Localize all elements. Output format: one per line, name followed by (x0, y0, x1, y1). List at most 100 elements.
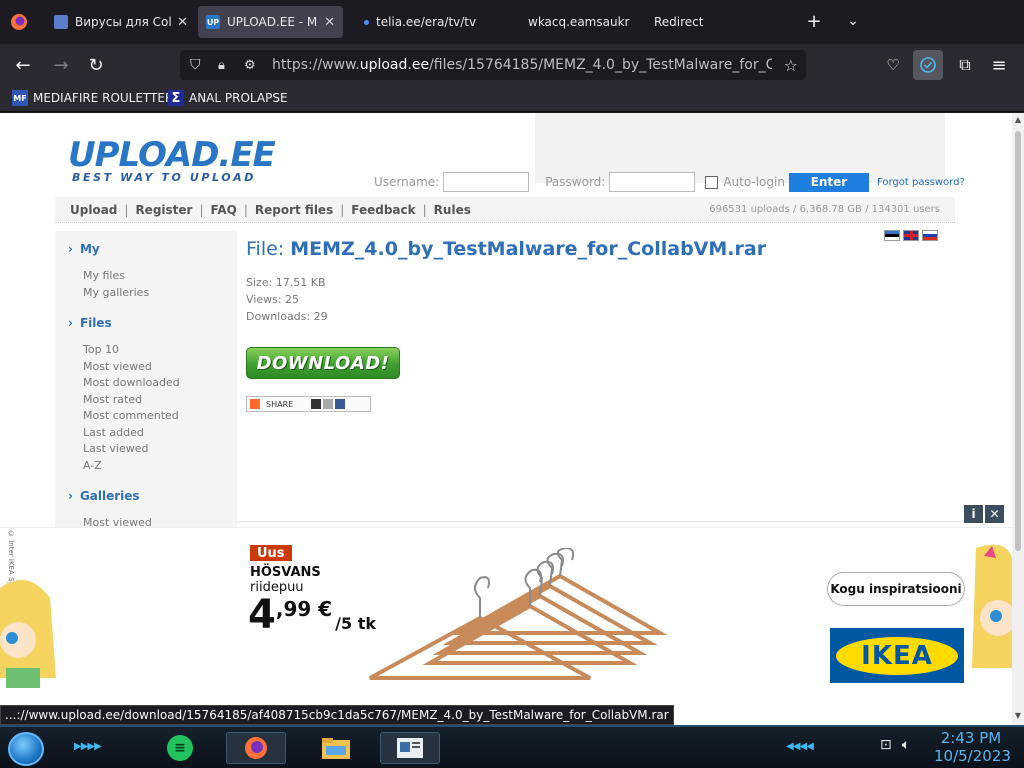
tab-title: Redirect (654, 15, 704, 29)
volume-icon[interactable]: 🔈︎ (902, 737, 910, 753)
tab-2[interactable]: UP UPLOAD.EE - MEM ✕ (198, 6, 343, 38)
new-tab-button[interactable]: + (801, 8, 827, 34)
shield-icon[interactable]: ⛉ (190, 57, 201, 73)
username-input[interactable] (443, 172, 530, 192)
sidebar-section-files[interactable]: › Files (68, 316, 112, 330)
russian-flag-icon[interactable] (922, 230, 938, 241)
upload-favicon: UP (206, 15, 220, 29)
sidebar-item-most-rated[interactable]: Most rated (83, 393, 142, 406)
url-bar[interactable]: ⛉ 🔒︎ ⚙ https://www.upload.ee/files/15764… (180, 50, 806, 80)
sidebar-item-top-10[interactable]: Top 10 (83, 343, 119, 356)
ad-controls: i ✕ (964, 505, 1004, 523)
scrollbar-thumb[interactable] (1015, 131, 1021, 551)
ad-close-button[interactable]: ✕ (985, 505, 1004, 523)
file-name: MEMZ_4.0_by_TestMalware_for_CollabVM.rar (290, 238, 767, 260)
content-divider (237, 521, 1005, 522)
enter-button[interactable]: Enter (788, 172, 869, 192)
price-decimal: ,99 € (275, 597, 333, 621)
ikea-logo[interactable]: IKEA (830, 628, 964, 683)
menu-icon[interactable]: ≡ (986, 52, 1012, 78)
estonian-flag-icon[interactable] (884, 230, 900, 241)
permissions-icon[interactable]: ⚙ (244, 58, 256, 73)
bookmark-sigma[interactable]: Σ ANAL PROLAPSE (168, 90, 288, 106)
inspiration-button[interactable]: Kogu inspiratsiooni (827, 572, 965, 606)
list-tabs-icon[interactable]: ⌄ (840, 8, 866, 34)
cartoon-character-right (972, 544, 1012, 668)
share-button[interactable]: SHARE (246, 396, 371, 412)
product-price: 4 ,99 € /5 tk (248, 592, 376, 638)
sidebar-item-most-downloaded[interactable]: Most downloaded (83, 376, 180, 389)
close-icon[interactable]: ✕ (324, 15, 335, 30)
product-name: HÖSVANS (250, 565, 321, 580)
nav-report-files[interactable]: Report files (255, 203, 333, 217)
language-flags (884, 230, 938, 241)
back-icon[interactable]: ← (10, 52, 36, 78)
firefox-menu-icon[interactable] (6, 9, 32, 35)
bookmark-star-icon[interactable]: ☆ (784, 56, 798, 75)
tab-3[interactable]: telia.ee/era/tv/tv (356, 6, 506, 38)
share-label: SHARE (266, 399, 294, 409)
price-integer: 4 (248, 592, 276, 638)
nav-rules[interactable]: Rules (434, 203, 471, 217)
nav-separator: | (243, 202, 248, 217)
taskbar-file-explorer[interactable] (306, 732, 366, 764)
sidebar-section-my[interactable]: › My (68, 242, 100, 256)
nav-faq[interactable]: FAQ (211, 203, 237, 217)
taskbar-document-app[interactable] (380, 732, 440, 764)
sidebar-section-galleries[interactable]: › Galleries (68, 489, 140, 503)
scroll-down-icon[interactable]: ▼ (1012, 711, 1024, 725)
english-flag-icon[interactable] (903, 230, 919, 241)
clock[interactable]: 2:43 PM 10/5/2023 (934, 729, 1011, 765)
sidebar-item-a-z[interactable]: A-Z (83, 459, 102, 472)
url-text[interactable]: https://www.upload.ee/files/15764185/MEM… (272, 57, 772, 73)
nav-upload[interactable]: Upload (70, 203, 117, 217)
sidebar-item-last-added[interactable]: Last added (83, 426, 144, 439)
nav-separator: | (199, 202, 204, 217)
nav-feedback[interactable]: Feedback (351, 203, 415, 217)
site-logo[interactable]: UPLOAD.EE BEST WAY TO UPLOAD (68, 135, 276, 184)
bookmarks-toolbar: MF MEDIAFIRE ROULETTER Σ ANAL PROLAPSE (0, 86, 1024, 112)
autologin-checkbox[interactable] (705, 175, 719, 189)
sidebar-item-my-galleries[interactable]: My galleries (83, 286, 149, 299)
network-icon[interactable]: ⊡ (880, 737, 892, 753)
lock-icon[interactable]: 🔒︎ (218, 58, 225, 73)
scroll-up-icon[interactable]: ▲ (1012, 115, 1024, 129)
taskbar: ▶▶▶▶ ≡ ◀◀◀◀ ⊡ 🔈︎ 2:43 PM 10/5/2023 (0, 725, 1024, 768)
sidebar-item-most-viewed[interactable]: Most viewed (83, 360, 152, 373)
forward-icon[interactable]: → (48, 52, 74, 78)
taskbar-notes-app[interactable]: ≡ (150, 732, 210, 764)
tab-5[interactable]: Redirect (646, 6, 786, 38)
sidebar-item-my-files[interactable]: My files (83, 269, 125, 282)
start-button[interactable] (8, 732, 44, 766)
tab-1[interactable]: Вирусы для Coll ✕ (46, 6, 196, 38)
cartoon-character-left (0, 580, 56, 688)
file-downloads: Downloads: 29 (246, 310, 328, 323)
ad-info-button[interactable]: i (964, 505, 983, 523)
username-label: Username: (374, 175, 440, 189)
sidebar-item-last-viewed[interactable]: Last viewed (83, 442, 149, 455)
tab-4[interactable]: wkacq.eamsaukr (520, 6, 640, 38)
download-button[interactable]: DOWNLOAD! (246, 347, 400, 379)
sidebar-item-most-commented[interactable]: Most commented (83, 409, 179, 422)
mediafire-icon: MF (12, 90, 28, 106)
forgot-password-link[interactable]: Forgot password? (877, 177, 965, 188)
extensions-icon[interactable]: ⧉ (952, 52, 978, 78)
file-views: Views: 25 (246, 293, 300, 306)
taskbar-decoration-left: ▶▶▶▶ (74, 741, 102, 752)
bookmark-mediafire[interactable]: MF MEDIAFIRE ROULETTER (12, 90, 173, 106)
nav-separator: | (340, 202, 345, 217)
logo-text: UPLOAD.EE (68, 135, 276, 175)
ikea-ad-banner[interactable]: © Inter IKEA Systems Uus HÖSVANS riidepu… (0, 527, 1012, 725)
extension-check-icon[interactable] (913, 50, 943, 80)
close-icon[interactable]: ✕ (177, 15, 188, 30)
taskbar-firefox[interactable] (226, 732, 286, 764)
file-content: File: MEMZ_4.0_by_TestMalware_for_Collab… (246, 238, 767, 412)
pocket-icon[interactable]: ♡ (880, 52, 906, 78)
password-input[interactable] (609, 172, 696, 192)
reload-icon[interactable]: ↻ (83, 52, 109, 78)
url-path: /files/15764185/MEMZ_4.0_by_TestMalware_… (429, 57, 772, 73)
new-badge: Uus (250, 545, 292, 561)
page-scrollbar[interactable]: ▲ ▼ (1012, 113, 1024, 725)
chevron-right-icon: › (68, 316, 73, 330)
nav-register[interactable]: Register (135, 203, 192, 217)
